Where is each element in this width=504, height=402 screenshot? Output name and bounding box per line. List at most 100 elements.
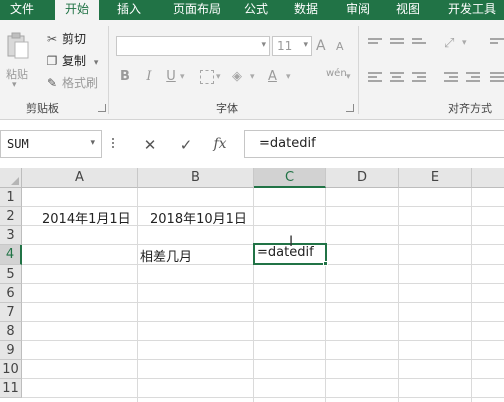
- chevron-down-icon[interactable]: ▾: [250, 72, 255, 82]
- text-cursor-icon: I: [289, 234, 294, 250]
- chevron-down-icon[interactable]: ▾: [180, 72, 185, 82]
- column-header-d[interactable]: D: [326, 168, 399, 188]
- insert-function-button[interactable]: fx: [210, 136, 230, 152]
- underline-button[interactable]: U: [162, 69, 180, 84]
- copy-icon: ❐: [46, 54, 58, 68]
- italic-button[interactable]: I: [140, 69, 158, 84]
- tab-developer[interactable]: 开发工具: [440, 0, 504, 20]
- row-header-4[interactable]: 4: [0, 245, 22, 265]
- font-launcher-icon[interactable]: [346, 104, 354, 112]
- column-header-c[interactable]: C: [254, 168, 326, 188]
- fill-handle[interactable]: [323, 261, 328, 266]
- row-header-7[interactable]: 7: [0, 303, 22, 322]
- tab-formulas[interactable]: 公式: [236, 0, 276, 20]
- formula-text: =datedif: [259, 136, 316, 151]
- copy-label: 复制: [62, 54, 87, 68]
- row-header-1[interactable]: 1: [0, 188, 22, 207]
- cell-b4[interactable]: 相差几月: [140, 246, 192, 265]
- align-middle-icon[interactable]: [390, 38, 404, 48]
- chevron-down-icon[interactable]: ▾: [346, 72, 351, 82]
- align-center-icon[interactable]: [390, 72, 404, 82]
- scissors-icon: ✂: [46, 32, 58, 46]
- font-size-combo[interactable]: 11 ▾: [272, 36, 312, 56]
- gridline: [137, 188, 138, 402]
- font-color-icon: A: [268, 69, 277, 84]
- grow-font-button[interactable]: A: [316, 38, 326, 54]
- gridline: [22, 397, 504, 398]
- tab-data[interactable]: 数据: [286, 0, 326, 20]
- tab-file[interactable]: 文件: [0, 0, 44, 20]
- paste-icon[interactable]: [6, 32, 30, 66]
- cell-a2[interactable]: 2014年1月1日: [42, 208, 131, 227]
- wrap-text-icon[interactable]: [490, 38, 504, 48]
- name-box-value: SUM: [7, 137, 29, 151]
- chevron-down-icon[interactable]: ▾: [216, 72, 221, 82]
- brush-icon: ✎: [46, 76, 58, 90]
- row-header-8[interactable]: 8: [0, 322, 22, 341]
- clipboard-group-label: 剪贴板: [26, 102, 59, 115]
- row-header-5[interactable]: 5: [0, 265, 22, 284]
- fill-color-icon[interactable]: ◈: [232, 69, 242, 84]
- row-header-2[interactable]: 2: [0, 207, 22, 226]
- row-header-11[interactable]: 11: [0, 379, 22, 398]
- phonetic-button[interactable]: wén: [326, 68, 347, 79]
- gridline: [22, 283, 504, 284]
- gridline: [22, 340, 504, 341]
- confirm-entry-button[interactable]: ✓: [176, 136, 196, 154]
- row-header-10[interactable]: 10: [0, 360, 22, 379]
- row-header-6[interactable]: 6: [0, 284, 22, 303]
- tab-view[interactable]: 视图: [388, 0, 428, 20]
- cell-b2[interactable]: 2018年10月1日: [150, 208, 247, 227]
- row-header-9[interactable]: 9: [0, 341, 22, 360]
- copy-dropdown-icon[interactable]: ▾: [94, 58, 99, 68]
- chevron-down-icon: ▾: [90, 138, 95, 148]
- merge-center-icon[interactable]: [490, 72, 504, 82]
- clipboard-launcher-icon[interactable]: [98, 104, 106, 112]
- worksheet-grid[interactable]: A B C D E 1 2 3 4 5 6 7 8 9 10 11 2014年1…: [0, 168, 504, 402]
- tab-insert[interactable]: 插入: [108, 0, 150, 20]
- align-top-icon[interactable]: [368, 38, 382, 48]
- gridline: [325, 188, 326, 402]
- gridline: [398, 188, 399, 402]
- increase-indent-icon[interactable]: [466, 72, 480, 82]
- format-painter-label: 格式刷: [62, 76, 99, 90]
- format-painter-button[interactable]: ✎ 格式刷: [44, 74, 98, 92]
- copy-button[interactable]: ❐ 复制 ▾: [44, 52, 99, 70]
- column-header-b[interactable]: B: [138, 168, 254, 188]
- align-bottom-icon[interactable]: [412, 38, 426, 48]
- font-color-button[interactable]: A: [268, 69, 277, 84]
- alignment-group-label: 对齐方式: [448, 102, 492, 115]
- paste-dropdown-icon[interactable]: ▾: [12, 80, 17, 90]
- align-left-icon[interactable]: [368, 72, 382, 82]
- cancel-entry-button[interactable]: ✕: [140, 136, 160, 154]
- name-box[interactable]: SUM ▾: [0, 130, 102, 158]
- paste-button[interactable]: 粘贴: [6, 66, 28, 82]
- chevron-down-icon[interactable]: ▾: [462, 38, 467, 48]
- tab-home[interactable]: 开始: [55, 0, 99, 21]
- gridline: [22, 321, 504, 322]
- shrink-font-button[interactable]: A: [336, 40, 344, 53]
- resize-handle-icon[interactable]: [112, 138, 116, 152]
- gridline: [22, 359, 504, 360]
- column-header-a[interactable]: A: [22, 168, 138, 188]
- row-header-3[interactable]: 3: [0, 226, 22, 245]
- formula-bar: SUM ▾ ✕ ✓ fx =datedif: [0, 120, 504, 168]
- cut-button[interactable]: ✂ 剪切: [44, 30, 86, 48]
- tab-review[interactable]: 审阅: [338, 0, 378, 20]
- select-all-button[interactable]: [0, 168, 22, 188]
- group-divider: [108, 26, 109, 114]
- borders-icon[interactable]: [200, 70, 214, 84]
- formula-input[interactable]: =datedif: [244, 130, 504, 158]
- decrease-indent-icon[interactable]: [444, 72, 458, 82]
- chevron-down-icon: ▾: [303, 40, 308, 50]
- align-right-icon[interactable]: [412, 72, 426, 82]
- chevron-down-icon: ▾: [261, 40, 266, 50]
- tab-page-layout[interactable]: 页面布局: [160, 0, 234, 20]
- font-size-value: 11: [277, 39, 293, 53]
- column-header-e[interactable]: E: [399, 168, 472, 188]
- column-header-partial[interactable]: [472, 168, 504, 188]
- chevron-down-icon[interactable]: ▾: [286, 72, 291, 82]
- font-name-combo[interactable]: ▾: [116, 36, 270, 56]
- bold-button[interactable]: B: [116, 69, 134, 84]
- orientation-icon[interactable]: ⤢: [444, 36, 454, 51]
